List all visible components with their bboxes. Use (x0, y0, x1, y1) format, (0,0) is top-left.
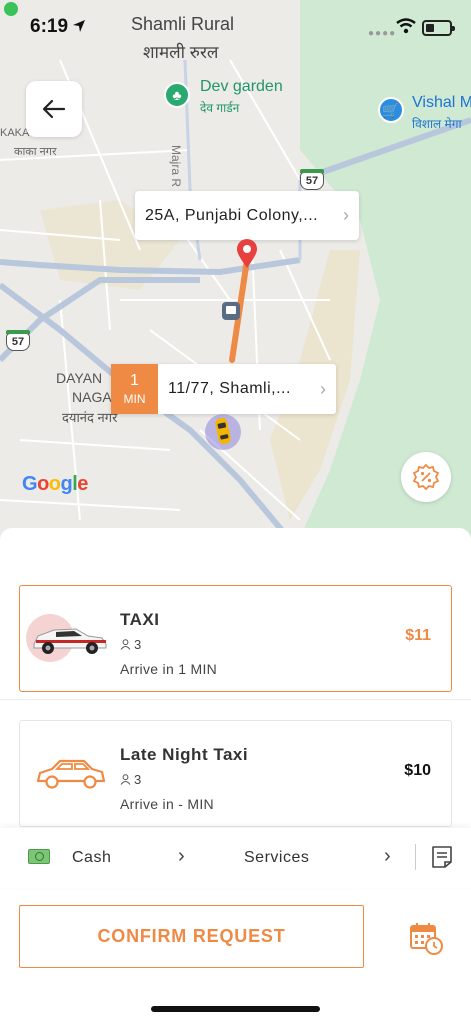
chevron-right-icon: › (343, 205, 349, 225)
car-outline-icon (36, 759, 106, 789)
google-letter: o (48, 473, 61, 495)
ride-capacity: 3 (120, 637, 141, 652)
cash-icon[interactable] (28, 849, 50, 864)
pickup-address: 11/77, Shamli,... (168, 380, 291, 397)
chevron-right-icon[interactable]: › (178, 845, 185, 868)
tree-icon[interactable]: ♣ (164, 82, 190, 108)
ride-price: $10 (404, 762, 431, 779)
separator (415, 844, 416, 870)
map-label-area-hindi: शामली रुरल (143, 43, 219, 62)
google-logo: Google (22, 473, 88, 496)
back-arrow-icon (42, 99, 66, 119)
services-selector[interactable]: Services (244, 849, 309, 867)
ride-arrival: Arrive in 1 MIN (120, 661, 218, 677)
payment-row: Cash › Services › (0, 828, 471, 888)
payment-method[interactable]: Cash (72, 849, 111, 867)
ride-name: TAXI (120, 610, 160, 629)
wifi-icon (396, 18, 416, 34)
map-label-vishal-hindi: विशाल मेगा (412, 117, 462, 131)
taxi-car-image (26, 614, 107, 662)
map-label-dayanand: DAYAN (56, 370, 103, 386)
eta-value: 1 (130, 371, 139, 389)
ride-seat-count: 3 (134, 637, 142, 652)
map-view[interactable]: 6:19 ●●●● Shamli Rural शामली रुरल ♣ Dev … (0, 0, 471, 560)
active-indicator (4, 2, 18, 16)
map-label-vishal[interactable]: Vishal M (412, 94, 471, 112)
status-time: 6:19 (30, 16, 69, 37)
chevron-right-icon[interactable]: › (384, 845, 391, 868)
ride-seat-count: 3 (134, 772, 142, 787)
car-marker-icon (205, 414, 241, 450)
battery-icon (422, 20, 455, 36)
highway-badge: 57 (300, 169, 324, 190)
signal-icon: ●●●● (368, 28, 397, 39)
map-label-dev-garden-hindi: देव गार्डन (200, 101, 240, 115)
back-button[interactable] (26, 81, 82, 137)
destination-pin-icon (237, 239, 257, 268)
ride-option-late-night-taxi[interactable]: Late Night Taxi 3 Arrive in - MIN $10 (19, 720, 452, 827)
shopping-cart-icon[interactable]: 🛒 (378, 97, 404, 123)
map-label-dev-garden[interactable]: Dev garden (200, 78, 283, 96)
highway-badge: 57 (6, 330, 30, 351)
promo-percent-icon (412, 463, 440, 491)
destination-address: 25A, Punjabi Colony,... (145, 206, 319, 224)
google-letter: g (60, 473, 73, 495)
notes-icon[interactable] (431, 845, 453, 869)
status-location-icon (73, 20, 85, 32)
eta-unit: MIN (123, 392, 146, 407)
ride-price: $11 (405, 627, 431, 644)
ride-option-taxi[interactable]: TAXI 3 Arrive in 1 MIN $11 (19, 585, 452, 692)
schedule-calendar-icon[interactable] (408, 920, 444, 956)
google-letter: G (22, 473, 38, 495)
ride-name: Late Night Taxi (120, 745, 249, 764)
pickup-address-card[interactable]: 1 MIN 11/77, Shamli,... › (111, 364, 336, 414)
google-letter: o (37, 473, 49, 495)
person-icon (120, 639, 131, 650)
status-bar: 6:19 ●●●● (0, 0, 471, 56)
person-icon (120, 774, 131, 785)
eta-badge: 1 MIN (111, 364, 158, 414)
map-label-majra-road: Majra R (169, 145, 183, 188)
divider (0, 699, 471, 700)
map-label-kaka-nagar-hindi: काका नगर (14, 146, 57, 158)
map-label-dayanand-hindi: दयानंद नगर (62, 410, 118, 425)
ride-capacity: 3 (120, 772, 141, 787)
chevron-right-icon: › (320, 378, 326, 399)
confirm-request-button[interactable]: CONFIRM REQUEST (19, 905, 364, 968)
map-label-area: Shamli Rural (131, 14, 235, 34)
map-label-nagar: NAGA (72, 389, 112, 405)
home-indicator[interactable] (151, 1006, 320, 1012)
ride-arrival: Arrive in - MIN (120, 796, 214, 812)
promo-button[interactable] (401, 452, 451, 502)
google-letter: e (77, 473, 88, 495)
destination-address-card[interactable]: 25A, Punjabi Colony,... › (135, 191, 359, 240)
ride-selection-sheet: TAXI 3 Arrive in 1 MIN $11 Late Night Ta… (0, 528, 471, 1024)
